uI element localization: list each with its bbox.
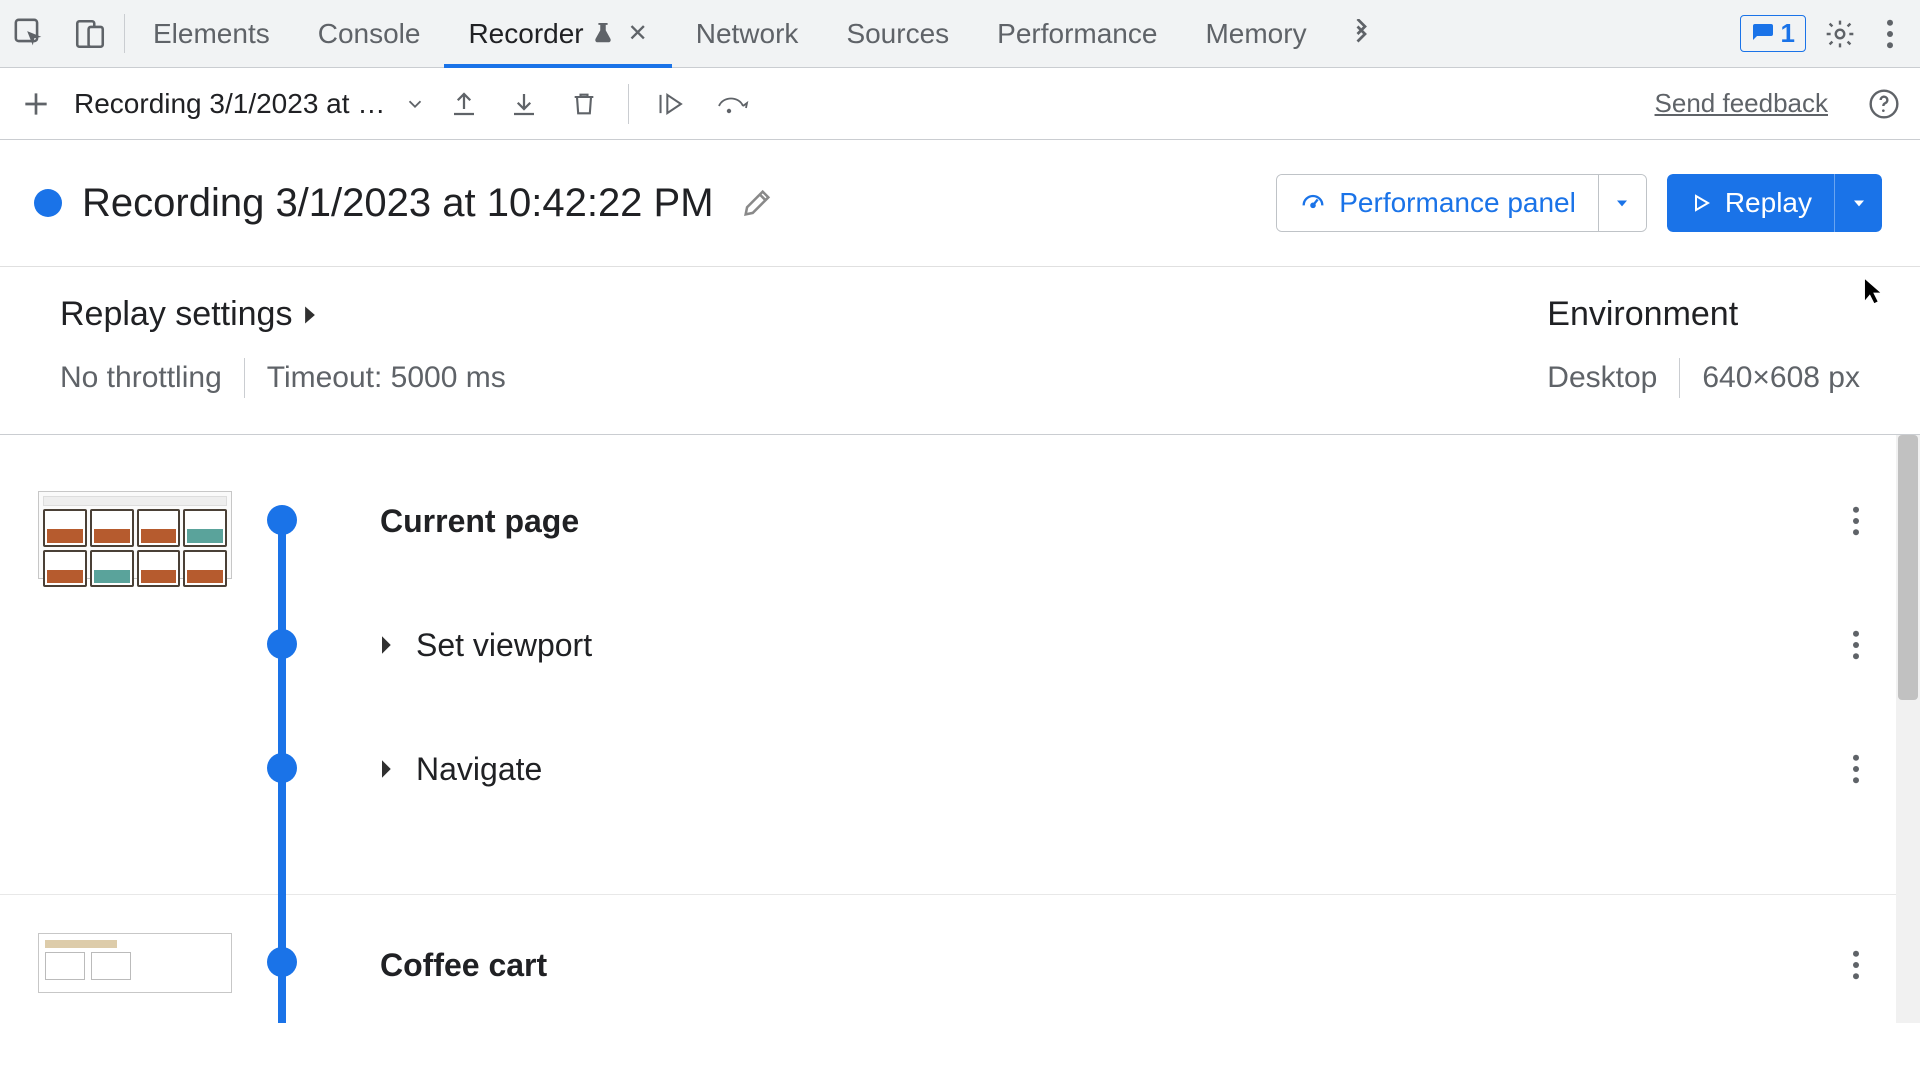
step-set-viewport[interactable]: Set viewport <box>280 615 1920 675</box>
step-menu-icon[interactable] <box>1852 630 1860 660</box>
step-coffee-cart[interactable]: Coffee cart <box>280 935 1920 995</box>
help-icon[interactable] <box>1862 82 1906 126</box>
step-play-icon[interactable] <box>651 82 695 126</box>
send-feedback-link[interactable]: Send feedback <box>1655 88 1828 119</box>
step-label: Navigate <box>416 751 542 788</box>
device-value: Desktop <box>1547 361 1657 395</box>
edit-title-icon[interactable] <box>740 186 774 220</box>
step-label: Current page <box>380 503 579 540</box>
recording-status-dot <box>34 189 62 217</box>
inspect-element-icon[interactable] <box>0 0 60 67</box>
tab-memory[interactable]: Memory <box>1181 0 1330 67</box>
step-over-icon[interactable] <box>711 82 755 126</box>
step-menu-icon[interactable] <box>1852 754 1860 784</box>
environment-heading: Environment <box>1547 295 1860 334</box>
step-thumbnail <box>38 491 232 579</box>
tab-console[interactable]: Console <box>294 0 445 67</box>
scrollbar-thumb[interactable] <box>1898 435 1918 700</box>
step-section: Current page Set viewport Navigate <box>0 491 1920 895</box>
devtools-tabstrip: Elements Console Recorder ✕ Network Sour… <box>0 0 1920 68</box>
recording-select[interactable]: Recording 3/1/2023 at 10… <box>74 88 426 120</box>
issues-count: 1 <box>1781 18 1795 49</box>
recording-select-label: Recording 3/1/2023 at 10… <box>74 88 394 120</box>
replay-dropdown[interactable] <box>1834 174 1882 232</box>
tab-elements[interactable]: Elements <box>129 0 294 67</box>
import-icon[interactable] <box>442 82 486 126</box>
recording-header: Recording 3/1/2023 at 10:42:22 PM Perfor… <box>0 140 1920 267</box>
replay-button-label: Replay <box>1725 187 1812 219</box>
flask-icon <box>592 22 614 46</box>
tab-performance[interactable]: Performance <box>973 0 1181 67</box>
step-menu-icon[interactable] <box>1852 950 1860 980</box>
timeout-value: Timeout: 5000 ms <box>267 361 506 395</box>
recorder-toolbar: Recording 3/1/2023 at 10… Send feedback <box>0 68 1920 140</box>
tab-network[interactable]: Network <box>672 0 823 67</box>
mouse-cursor-icon <box>1862 276 1884 306</box>
steps-panel: Current page Set viewport Navigate <box>0 435 1920 1023</box>
step-menu-icon[interactable] <box>1852 506 1860 536</box>
scrollbar[interactable] <box>1896 435 1920 1023</box>
step-section: Coffee cart <box>0 895 1920 1023</box>
performance-panel-label: Performance panel <box>1339 187 1576 219</box>
step-thumbnail <box>38 933 232 993</box>
close-icon[interactable]: ✕ <box>628 19 648 48</box>
expand-caret-icon <box>380 759 398 779</box>
more-tabs-button[interactable] <box>1331 0 1389 67</box>
step-label: Coffee cart <box>380 947 547 984</box>
viewport-value: 640×608 px <box>1702 361 1860 395</box>
recording-title: Recording 3/1/2023 at 10:42:22 PM <box>82 181 714 226</box>
expand-caret-icon <box>380 635 398 655</box>
device-toolbar-icon[interactable] <box>60 0 120 67</box>
tab-recorder[interactable]: Recorder ✕ <box>444 0 671 67</box>
settings-row: Replay settings No throttling Timeout: 5… <box>0 267 1920 435</box>
step-navigate[interactable]: Navigate <box>280 739 1920 799</box>
settings-gear-icon[interactable] <box>1818 18 1862 50</box>
delete-icon[interactable] <box>562 82 606 126</box>
tab-sources[interactable]: Sources <box>822 0 973 67</box>
play-icon <box>1689 191 1713 215</box>
step-label: Set viewport <box>416 627 592 664</box>
new-recording-button[interactable] <box>14 82 58 126</box>
step-current-page[interactable]: Current page <box>280 491 1920 551</box>
performance-panel-button[interactable]: Performance panel <box>1276 174 1647 232</box>
performance-panel-dropdown[interactable] <box>1598 175 1646 231</box>
throttling-value: No throttling <box>60 361 222 395</box>
issues-badge[interactable]: 1 <box>1740 15 1806 52</box>
more-options-icon[interactable] <box>1874 19 1906 49</box>
replay-settings-heading[interactable]: Replay settings <box>60 295 1547 334</box>
gauge-icon <box>1299 189 1327 217</box>
export-icon[interactable] <box>502 82 546 126</box>
replay-button[interactable]: Replay <box>1667 174 1882 232</box>
